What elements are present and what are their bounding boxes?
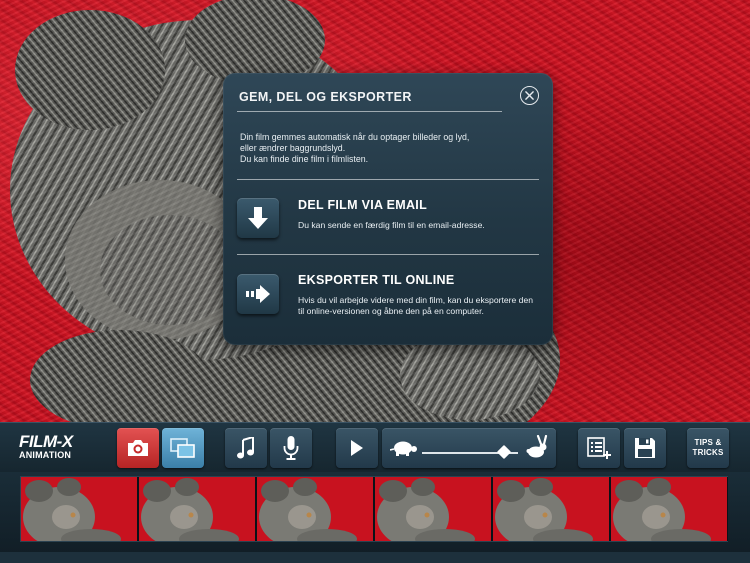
playback-speed-slider[interactable]: [382, 428, 556, 468]
filmstrip: [0, 472, 750, 563]
filmstrip-frame[interactable]: [21, 477, 138, 541]
app-logo: FILM-X ANIMATION: [19, 432, 73, 460]
turtle-icon: [390, 441, 417, 456]
frame-thumbnail-image: [257, 477, 373, 541]
frame-thumbnail-image: [611, 477, 727, 541]
microphone-icon: [283, 436, 299, 460]
close-icon: [525, 91, 534, 100]
export-online-button[interactable]: [237, 274, 279, 314]
section-divider: [237, 179, 539, 180]
filmstrip-frames: [20, 476, 728, 542]
export-online-text: Hvis du vil arbejde videre med din film,…: [298, 295, 534, 316]
dialog-intro: Din film gemmes automatisk når du optage…: [240, 132, 530, 165]
intro-line: eller ændrer baggrundslyd.: [240, 143, 346, 153]
camera-icon: [128, 440, 148, 456]
play-icon: [351, 440, 363, 456]
onion-skin-button[interactable]: [162, 428, 204, 468]
intro-line: Du kan finde dine film i filmlisten.: [240, 154, 369, 164]
filmstrip-scrollbar[interactable]: [0, 552, 750, 563]
arrow-down-icon: [248, 207, 268, 229]
frame-thumbnail-image: [493, 477, 609, 541]
frame-list-button[interactable]: [578, 428, 620, 468]
filmstrip-frame[interactable]: [139, 477, 256, 541]
close-button[interactable]: [520, 86, 539, 105]
share-email-title[interactable]: DEL FILM VIA EMAIL: [298, 198, 427, 212]
frame-thumbnail-image: [139, 477, 255, 541]
logo-sub: ANIMATION: [19, 450, 72, 460]
filmstrip-frame[interactable]: [257, 477, 374, 541]
filmstrip-frame[interactable]: [611, 477, 728, 541]
toolbar: FILM-X ANIMATION TIPS & TRICKS: [0, 422, 750, 472]
tips-tricks-button[interactable]: TIPS & TRICKS: [687, 428, 729, 468]
record-voice-button[interactable]: [270, 428, 312, 468]
speed-knob[interactable]: [496, 444, 511, 460]
section-divider: [237, 254, 539, 255]
filmstrip-frame[interactable]: [493, 477, 610, 541]
camera-button[interactable]: [117, 428, 159, 468]
share-email-text: Du kan sende en færdig film til en email…: [298, 220, 485, 230]
frame-thumbnail-image: [21, 477, 137, 541]
arrow-right-icon: [246, 285, 270, 303]
rabbit-icon: [526, 435, 548, 458]
save-icon: [635, 438, 655, 458]
title-divider: [237, 111, 502, 112]
music-note-icon: [237, 437, 254, 459]
filmstrip-frame[interactable]: [375, 477, 492, 541]
save-button[interactable]: [624, 428, 666, 468]
tips-line: TIPS &: [694, 438, 722, 447]
music-button[interactable]: [225, 428, 267, 468]
logo-main: FILM-X: [19, 432, 73, 451]
frame-list-icon: [587, 437, 611, 459]
frame-thumbnail-image: [375, 477, 491, 541]
play-button[interactable]: [336, 428, 378, 468]
export-online-title[interactable]: EKSPORTER TIL ONLINE: [298, 273, 454, 287]
dialog-title: GEM, DEL OG EKSPORTER: [239, 90, 412, 104]
onion-skin-icon: [170, 438, 195, 458]
tips-line: TRICKS: [692, 448, 724, 457]
export-dialog: GEM, DEL OG EKSPORTER Din film gemmes au…: [223, 73, 553, 345]
intro-line: Din film gemmes automatisk når du optage…: [240, 132, 470, 142]
share-email-button[interactable]: [237, 198, 279, 238]
